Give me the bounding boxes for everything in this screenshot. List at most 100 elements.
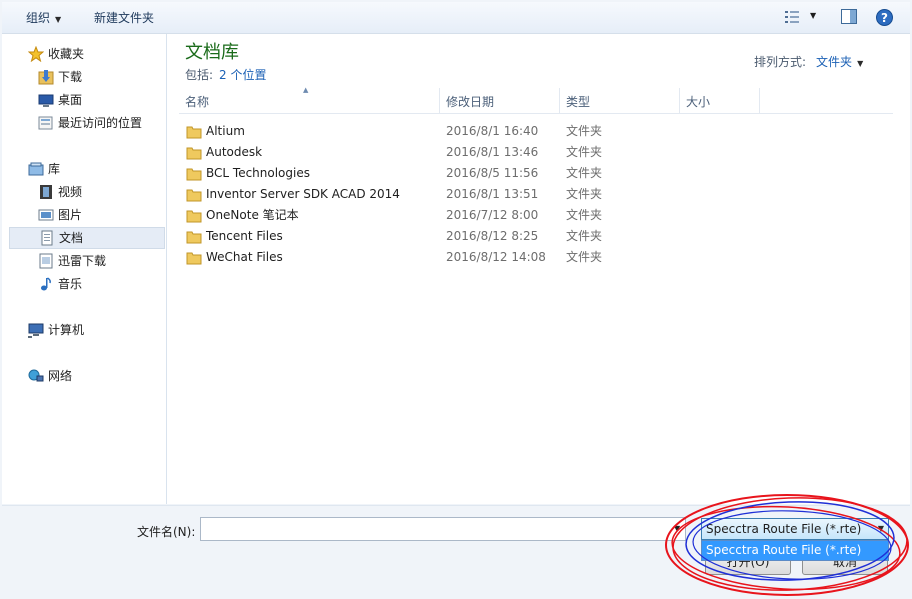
arrange-value: 文件夹 <box>816 55 853 69</box>
nav-item-label: 视频 <box>58 185 83 199</box>
nav-libraries[interactable]: 库 <box>2 158 165 180</box>
nav-item-label: 下载 <box>58 70 83 84</box>
nav-item-videos[interactable]: 视频 <box>2 181 165 203</box>
thunder-download-icon <box>39 253 53 269</box>
filetype-option[interactable]: Specctra Route File (*.rte) <box>701 540 889 561</box>
file-name: BCL Technologies <box>206 166 310 180</box>
file-row[interactable]: Altium 2016/8/1 16:40 文件夹 <box>179 121 739 142</box>
nav-item-music[interactable]: 音乐 <box>2 273 165 295</box>
nav-item-thunder[interactable]: 迅雷下载 <box>2 250 165 272</box>
file-modified: 2016/8/1 16:40 <box>446 124 539 138</box>
file-name: WeChat Files <box>206 250 283 264</box>
chevron-down-icon: ▼ <box>55 15 62 24</box>
arrange-dropdown[interactable]: 文件夹 ▼ <box>816 55 863 69</box>
command-bar: 组织 ▼ 新建文件夹 ▼ ? <box>2 2 910 34</box>
file-row[interactable]: WeChat Files 2016/8/12 14:08 文件夹 <box>179 247 739 268</box>
file-type: 文件夹 <box>566 187 603 201</box>
file-name: Inventor Server SDK ACAD 2014 <box>206 187 400 201</box>
file-row[interactable]: BCL Technologies 2016/8/5 11:56 文件夹 <box>179 163 739 184</box>
includes-locations-link[interactable]: 2 个位置 <box>219 68 266 82</box>
nav-item-pictures[interactable]: 图片 <box>2 204 165 226</box>
video-library-icon <box>40 185 52 199</box>
file-name: Altium <box>206 124 245 138</box>
recent-places-icon <box>38 116 53 130</box>
file-name: OneNote 笔记本 <box>206 208 299 222</box>
sort-ascending-icon: ▲ <box>303 86 309 94</box>
column-divider[interactable] <box>679 88 680 113</box>
file-modified: 2016/8/1 13:46 <box>446 145 539 159</box>
file-modified: 2016/7/12 8:00 <box>446 208 539 222</box>
column-header-row: ▲ 名称 修改日期 类型 大小 <box>179 86 893 114</box>
nav-computer[interactable]: 计算机 <box>2 319 165 341</box>
downloads-folder-icon <box>38 70 54 85</box>
music-library-icon <box>41 277 51 291</box>
file-type: 文件夹 <box>566 229 603 243</box>
nav-network[interactable]: 网络 <box>2 365 165 387</box>
column-name[interactable]: 名称 <box>185 88 209 113</box>
nav-item-label: 文档 <box>59 231 84 245</box>
arrange-label: 排列方式: <box>754 55 807 69</box>
nav-item-label: 最近访问的位置 <box>58 116 143 130</box>
file-row[interactable]: OneNote 笔记本 2016/7/12 8:00 文件夹 <box>179 205 739 226</box>
folder-icon <box>186 147 202 160</box>
library-title: 文档库 <box>185 42 239 63</box>
nav-item-recent[interactable]: 最近访问的位置 <box>2 112 165 134</box>
nav-network-label: 网络 <box>48 369 73 383</box>
file-type: 文件夹 <box>566 145 603 159</box>
nav-item-downloads[interactable]: 下载 <box>2 66 165 88</box>
svg-text:?: ? <box>881 11 888 25</box>
file-list-pane: 文档库 包括: 2 个位置 排列方式: 文件夹 ▼ ▲ 名称 修改日期 类型 大小 A… <box>167 34 910 504</box>
folder-icon <box>186 210 202 223</box>
nav-item-label: 桌面 <box>58 93 83 107</box>
nav-favorites-label: 收藏夹 <box>48 47 85 61</box>
folder-icon <box>186 168 202 181</box>
file-modified: 2016/8/12 14:08 <box>446 250 546 264</box>
file-open-dialog: 组织 ▼ 新建文件夹 ▼ ? 收藏夹 下载 桌面 最近访问的位置 库 视频 图片… <box>0 0 912 599</box>
views-icon[interactable] <box>784 9 800 25</box>
column-modified[interactable]: 修改日期 <box>446 88 494 113</box>
nav-favorites[interactable]: 收藏夹 <box>2 43 165 65</box>
nav-item-label: 音乐 <box>58 277 83 291</box>
help-icon[interactable]: ? <box>876 9 893 26</box>
file-name: Autodesk <box>206 145 263 159</box>
filename-label: 文件名(N): <box>137 525 196 539</box>
column-divider[interactable] <box>439 88 440 113</box>
file-row[interactable]: Inventor Server SDK ACAD 2014 2016/8/1 1… <box>179 184 739 205</box>
filetype-select[interactable]: Specctra Route File (*.rte) ▼ <box>701 518 889 540</box>
folder-icon <box>186 126 202 139</box>
nav-item-label: 图片 <box>58 208 83 222</box>
desktop-icon <box>38 94 54 107</box>
file-modified: 2016/8/5 11:56 <box>446 166 539 180</box>
file-type: 文件夹 <box>566 208 603 222</box>
new-folder-button[interactable]: 新建文件夹 <box>94 9 154 27</box>
chevron-down-icon: ▼ <box>857 59 864 68</box>
column-type[interactable]: 类型 <box>566 88 590 113</box>
column-divider[interactable] <box>759 88 760 113</box>
library-includes: 包括: 2 个位置 <box>185 66 267 83</box>
document-library-icon <box>41 230 53 246</box>
navigation-pane: 收藏夹 下载 桌面 最近访问的位置 库 视频 图片 文档 迅雷下载 音乐 计算机… <box>2 34 167 504</box>
includes-label: 包括: <box>185 68 214 82</box>
file-type: 文件夹 <box>566 124 603 138</box>
folder-icon <box>186 252 202 265</box>
file-row[interactable]: Autodesk 2016/8/1 13:46 文件夹 <box>179 142 739 163</box>
file-modified: 2016/8/12 8:25 <box>446 229 539 243</box>
filename-input[interactable] <box>200 517 686 541</box>
column-divider[interactable] <box>559 88 560 113</box>
nav-item-desktop[interactable]: 桌面 <box>2 89 165 111</box>
column-size[interactable]: 大小 <box>686 88 710 113</box>
file-type: 文件夹 <box>566 166 603 180</box>
organize-button[interactable]: 组织 ▼ <box>26 9 61 27</box>
file-modified: 2016/8/1 13:51 <box>446 187 539 201</box>
arrange-by: 排列方式: 文件夹 ▼ <box>754 53 863 70</box>
library-icon <box>28 162 44 176</box>
chevron-down-icon: ▼ <box>877 524 884 533</box>
views-dropdown-icon[interactable]: ▼ <box>810 11 816 20</box>
nav-item-label: 迅雷下载 <box>58 254 107 268</box>
filename-dropdown-icon[interactable]: ▼ <box>674 524 680 533</box>
network-icon <box>28 369 44 382</box>
preview-pane-icon[interactable] <box>841 9 857 24</box>
nav-item-documents[interactable]: 文档 <box>9 227 165 249</box>
star-icon <box>28 46 44 62</box>
file-row[interactable]: Tencent Files 2016/8/12 8:25 文件夹 <box>179 226 739 247</box>
